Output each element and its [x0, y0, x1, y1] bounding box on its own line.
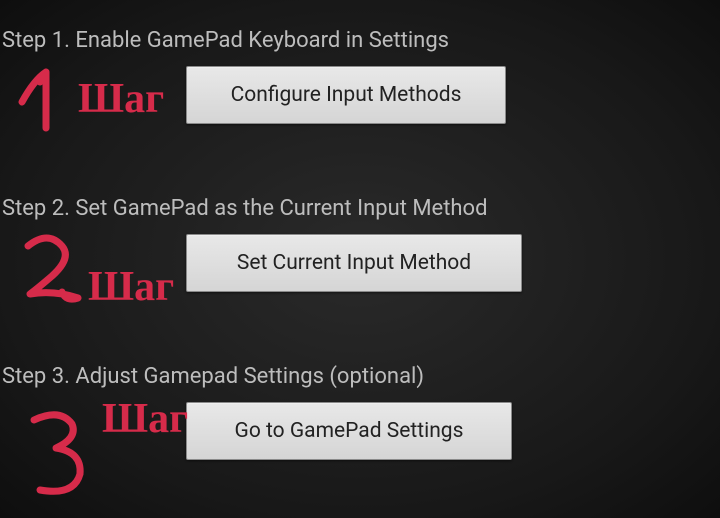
step-1-label: Step 1. Enable GamePad Keyboard in Setti…	[2, 28, 449, 53]
annotation-digit-2	[28, 238, 78, 299]
configure-input-methods-button[interactable]: Configure Input Methods	[186, 66, 506, 124]
step-2-label: Step 2. Set GamePad as the Current Input…	[2, 196, 488, 221]
set-current-input-method-button[interactable]: Set Current Input Method	[186, 234, 522, 292]
annotation-digit-1	[22, 72, 46, 128]
step-3-label: Step 3. Adjust Gamepad Settings (optiona…	[2, 364, 424, 389]
annotation-digit-3	[34, 415, 80, 491]
annotation-word-3: Шаг	[102, 396, 188, 442]
go-to-gamepad-settings-button[interactable]: Go to GamePad Settings	[186, 402, 512, 460]
annotation-word-1: Шаг	[78, 76, 164, 122]
annotation-word-2: Шаг	[88, 264, 174, 310]
